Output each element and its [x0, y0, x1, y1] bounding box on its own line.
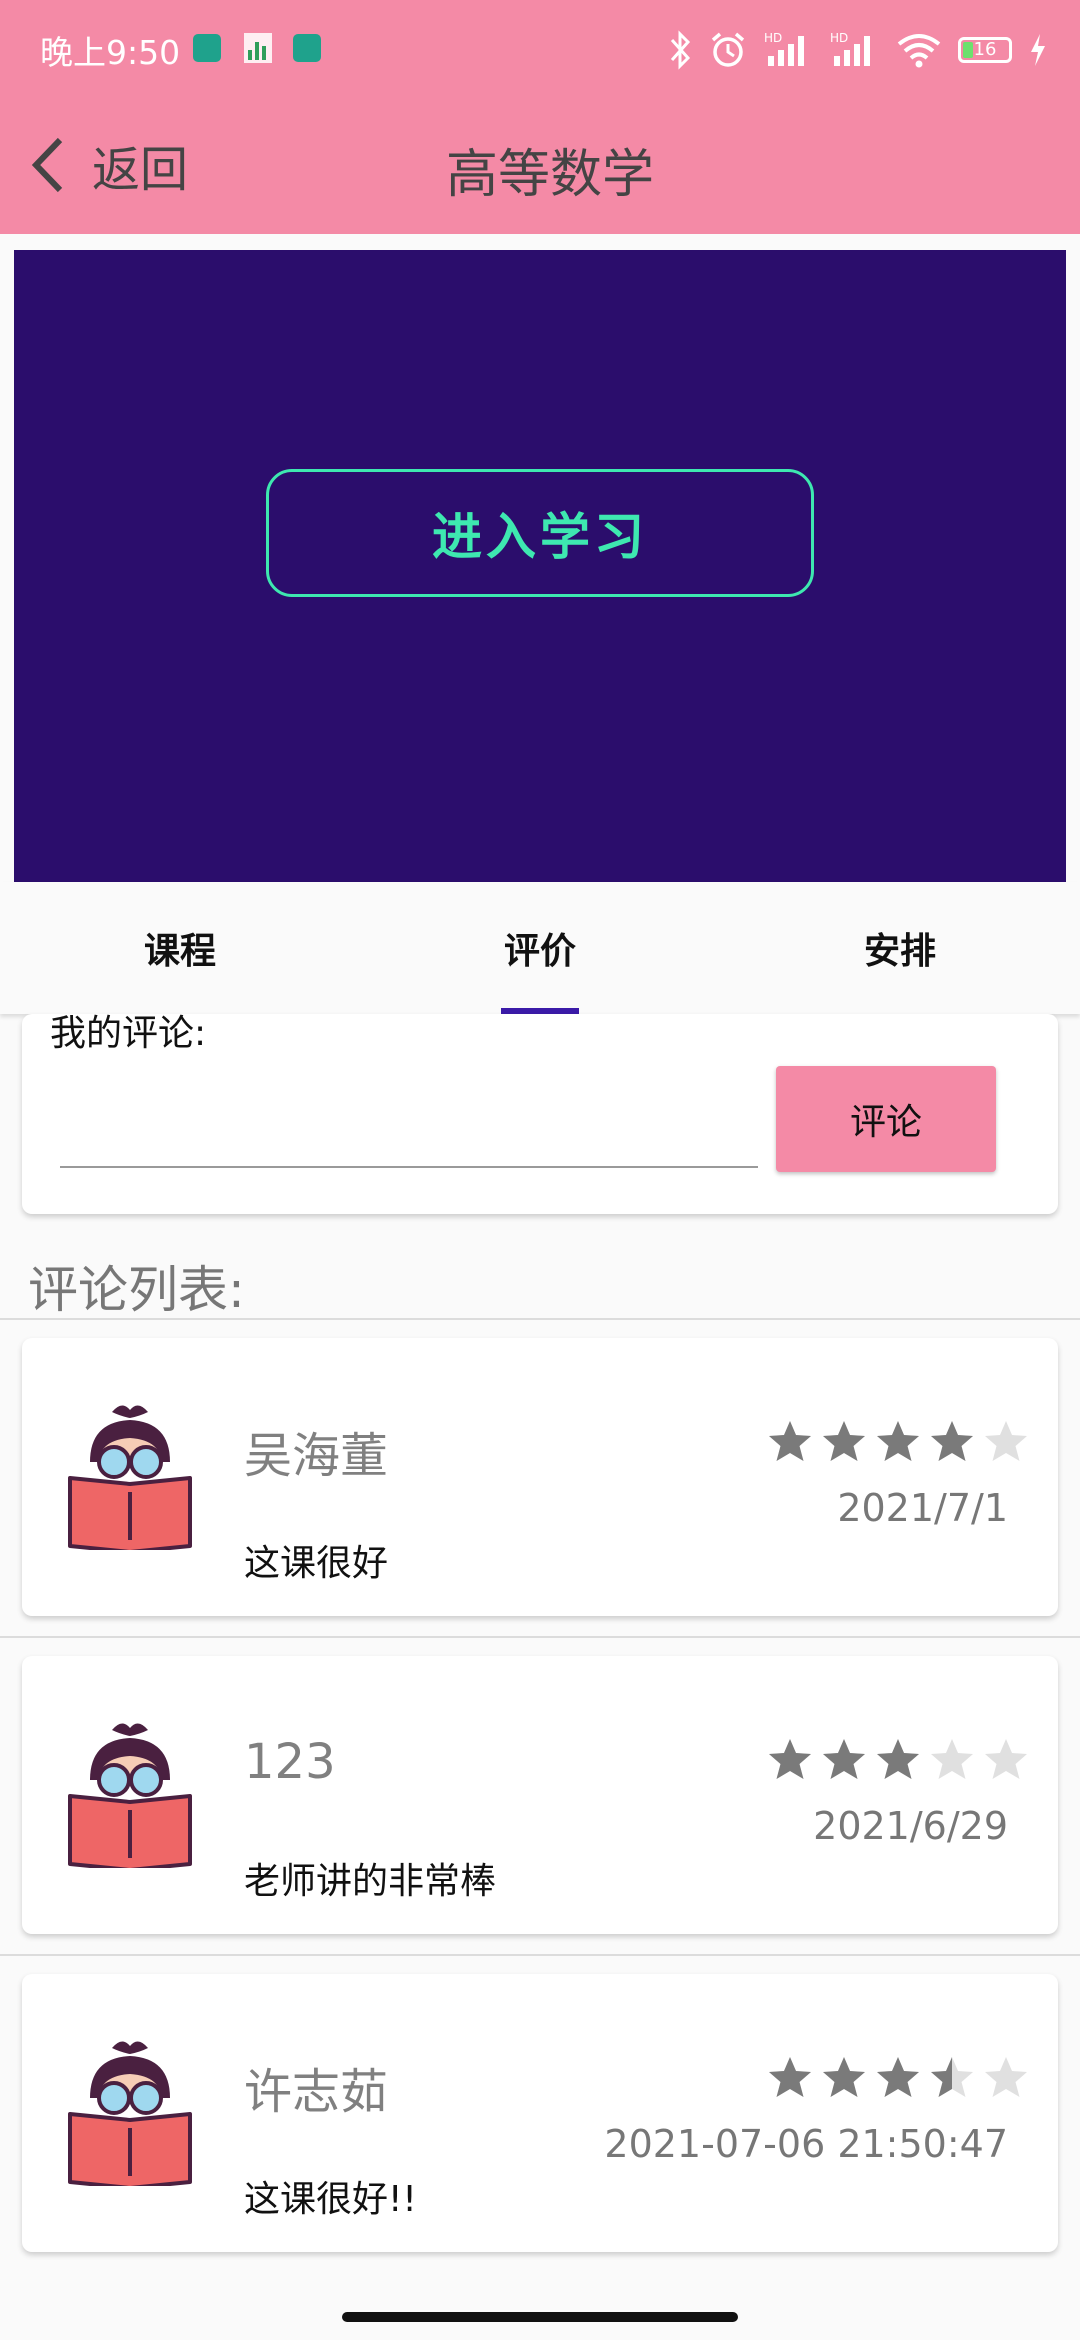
- status-icons: HD HD 16: [668, 22, 1048, 78]
- star-icon: [928, 2054, 976, 2102]
- charging-icon: [1031, 34, 1045, 66]
- bluetooth-icon: [670, 30, 691, 70]
- review-text: 老师讲的非常棒: [244, 1861, 497, 1902]
- alarm-icon: [711, 32, 745, 67]
- review-card: 许志茹 这课很好!! 2021-07-06 21:50:47: [22, 1974, 1058, 2252]
- star-icon: [820, 1736, 868, 1784]
- comment-input[interactable]: [60, 1094, 758, 1168]
- my-comment-label: 我的评论:: [50, 1014, 207, 1054]
- star-icon: [766, 2054, 814, 2102]
- star-icon: [982, 1736, 1030, 1784]
- wifi-icon: [897, 34, 941, 68]
- home-indicator[interactable]: [342, 2312, 738, 2322]
- reviewer-name: 许志茹: [244, 2064, 389, 2120]
- review-date: 2021/7/1: [837, 1486, 1008, 1530]
- chart-icon: [244, 33, 272, 63]
- review-card: 123 老师讲的非常棒 2021/6/29: [22, 1656, 1058, 1934]
- tab-schedule[interactable]: 安排: [720, 882, 1080, 1014]
- rating-stars: [766, 1736, 1030, 1784]
- status-time: 晚上9:50: [40, 33, 181, 72]
- reviewer-name: 123: [244, 1734, 336, 1790]
- divider: [0, 1636, 1080, 1638]
- star-icon: [820, 2054, 868, 2102]
- app-header: 返回 高等数学: [0, 100, 1080, 234]
- rating-stars: [766, 2054, 1030, 2102]
- svg-text:HD: HD: [830, 31, 848, 45]
- course-banner: 进入学习: [14, 250, 1066, 882]
- comment-form-card: 我的评论: 评论: [22, 1014, 1058, 1214]
- app-icon: [193, 34, 221, 62]
- battery-level: 16: [973, 39, 997, 60]
- review-date: 2021-07-06 21:50:47: [604, 2122, 1008, 2166]
- app-icon: [293, 34, 321, 62]
- star-icon: [766, 1418, 814, 1466]
- svg-text:HD: HD: [764, 31, 782, 45]
- review-text: 这课很好: [244, 1543, 389, 1584]
- tab-course[interactable]: 课程: [0, 882, 360, 1014]
- enter-study-button[interactable]: 进入学习: [266, 469, 814, 597]
- signal-hd-icon: HD: [764, 31, 804, 66]
- submit-comment-button[interactable]: 评论: [776, 1066, 996, 1172]
- review-list-title: 评论列表:: [28, 1261, 245, 1319]
- review-text: 这课很好!!: [244, 2179, 417, 2220]
- tab-bar: 课程 评价 安排: [0, 882, 1080, 1014]
- review-card: 吴海董 这课很好 2021/7/1: [22, 1338, 1058, 1616]
- star-icon: [874, 2054, 922, 2102]
- signal-hd-icon: HD: [830, 31, 870, 66]
- star-icon: [982, 2054, 1030, 2102]
- star-icon: [928, 1418, 976, 1466]
- battery-icon: 16: [958, 37, 1012, 63]
- reader-avatar-icon: [68, 1723, 192, 1868]
- reader-avatar-icon: [68, 1405, 192, 1550]
- page-title: 高等数学: [445, 145, 654, 205]
- star-icon: [874, 1418, 922, 1466]
- tab-review[interactable]: 评价: [360, 882, 720, 1014]
- star-icon: [874, 1736, 922, 1784]
- star-icon: [820, 1418, 868, 1466]
- reader-avatar-icon: [68, 2041, 192, 2186]
- rating-stars: [766, 1418, 1030, 1466]
- review-date: 2021/6/29: [813, 1804, 1008, 1848]
- status-bar: 晚上9:50 HD HD 16: [0, 0, 1080, 100]
- star-icon: [982, 1418, 1030, 1466]
- star-icon: [766, 1736, 814, 1784]
- star-icon: [928, 1736, 976, 1784]
- reviewer-name: 吴海董: [244, 1428, 389, 1484]
- divider: [0, 1954, 1080, 1956]
- divider: [0, 1318, 1080, 1320]
